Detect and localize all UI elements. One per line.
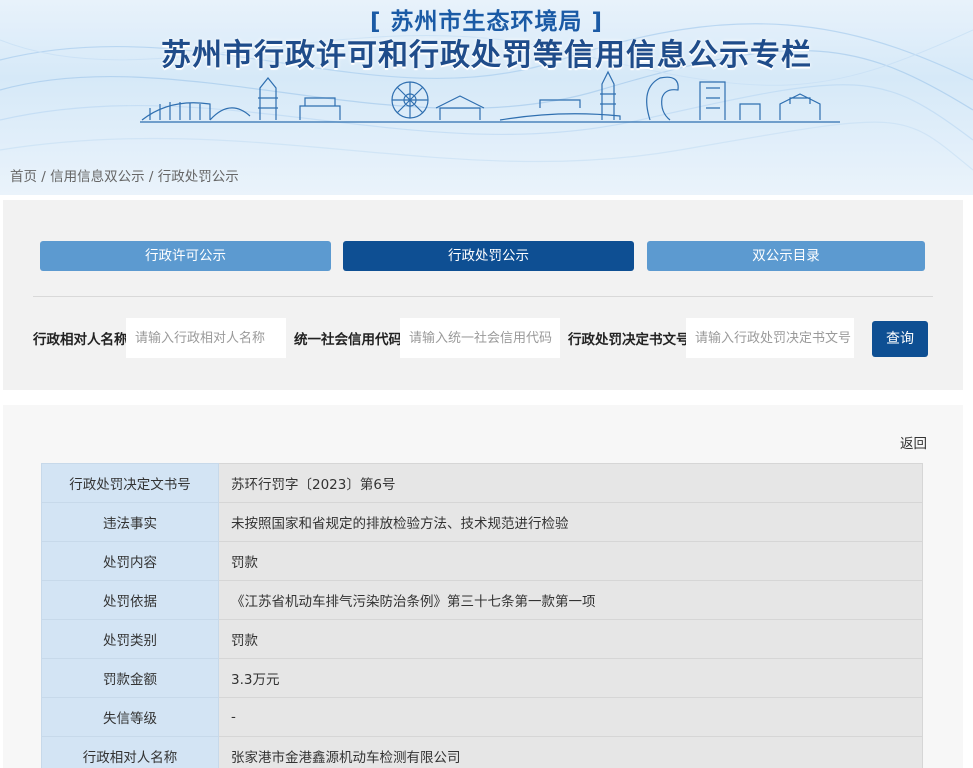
row-key: 处罚内容 xyxy=(41,541,219,581)
breadcrumb-home[interactable]: 首页 xyxy=(10,169,37,185)
divider xyxy=(33,296,933,297)
breadcrumb-credit-info[interactable]: 信用信息双公示 xyxy=(50,169,145,185)
credit-code-input[interactable] xyxy=(400,318,560,358)
query-button[interactable]: 查询 xyxy=(872,321,928,357)
row-value: 张家港市金港鑫源机动车检测有限公司 xyxy=(218,736,923,768)
search-panel: 行政许可公示 行政处罚公示 双公示目录 行政相对人名称 统一社会信用代码 行政处… xyxy=(3,200,963,390)
row-key: 失信等级 xyxy=(41,697,219,737)
party-name-label: 行政相对人名称 xyxy=(33,332,128,348)
breadcrumb-separator: / xyxy=(144,169,158,185)
back-link[interactable]: 返回 xyxy=(900,432,927,452)
row-value: 3.3万元 xyxy=(218,658,923,698)
row-key: 处罚类别 xyxy=(41,619,219,659)
row-value: 《江苏省机动车排气污染防治条例》第三十七条第一款第一项 xyxy=(218,580,923,620)
credit-code-label: 统一社会信用代码 xyxy=(294,332,402,348)
breadcrumb-separator: / xyxy=(37,169,51,185)
breadcrumb: 首页 / 信用信息双公示 / 行政处罚公示 xyxy=(10,165,239,185)
row-key: 罚款金额 xyxy=(41,658,219,698)
row-key: 违法事实 xyxy=(41,502,219,542)
table-row: 处罚类别 罚款 xyxy=(41,619,923,659)
tab-disclosure-catalog[interactable]: 双公示目录 xyxy=(647,241,925,271)
header-banner: [ 苏州市生态环境局 ] 苏州市行政许可和行政处罚等信用信息公示专栏 首页 / … xyxy=(0,0,973,195)
row-value: 苏环行罚字〔2023〕第6号 xyxy=(218,463,923,503)
row-key: 行政相对人名称 xyxy=(41,736,219,768)
row-key: 处罚依据 xyxy=(41,580,219,620)
row-value: 罚款 xyxy=(218,619,923,659)
decision-number-input[interactable] xyxy=(686,318,854,358)
party-name-input[interactable] xyxy=(126,318,286,358)
row-key: 行政处罚决定文书号 xyxy=(41,463,219,503)
row-value: 未按照国家和省规定的排放检验方法、技术规范进行检验 xyxy=(218,502,923,542)
table-row: 行政处罚决定文书号 苏环行罚字〔2023〕第6号 xyxy=(41,463,923,503)
table-row: 违法事实 未按照国家和省规定的排放检验方法、技术规范进行检验 xyxy=(41,502,923,542)
row-value: - xyxy=(218,697,923,737)
table-row: 处罚内容 罚款 xyxy=(41,541,923,581)
tab-penalty-disclosure[interactable]: 行政处罚公示 xyxy=(343,241,634,271)
table-row: 行政相对人名称 张家港市金港鑫源机动车检测有限公司 xyxy=(41,736,923,768)
tab-license-disclosure[interactable]: 行政许可公示 xyxy=(40,241,331,271)
table-row: 处罚依据 《江苏省机动车排气污染防治条例》第三十七条第一款第一项 xyxy=(41,580,923,620)
penalty-detail-table: 行政处罚决定文书号 苏环行罚字〔2023〕第6号 违法事实 未按照国家和省规定的… xyxy=(41,463,923,768)
table-row: 罚款金额 3.3万元 xyxy=(41,658,923,698)
city-skyline-illustration xyxy=(140,70,840,123)
decision-number-label: 行政处罚决定书文号 xyxy=(568,332,690,348)
breadcrumb-current: 行政处罚公示 xyxy=(157,169,239,185)
table-row: 失信等级 - xyxy=(41,697,923,737)
row-value: 罚款 xyxy=(218,541,923,581)
penalty-detail-section: 返回 行政处罚决定文书号 苏环行罚字〔2023〕第6号 违法事实 未按照国家和省… xyxy=(3,405,963,768)
